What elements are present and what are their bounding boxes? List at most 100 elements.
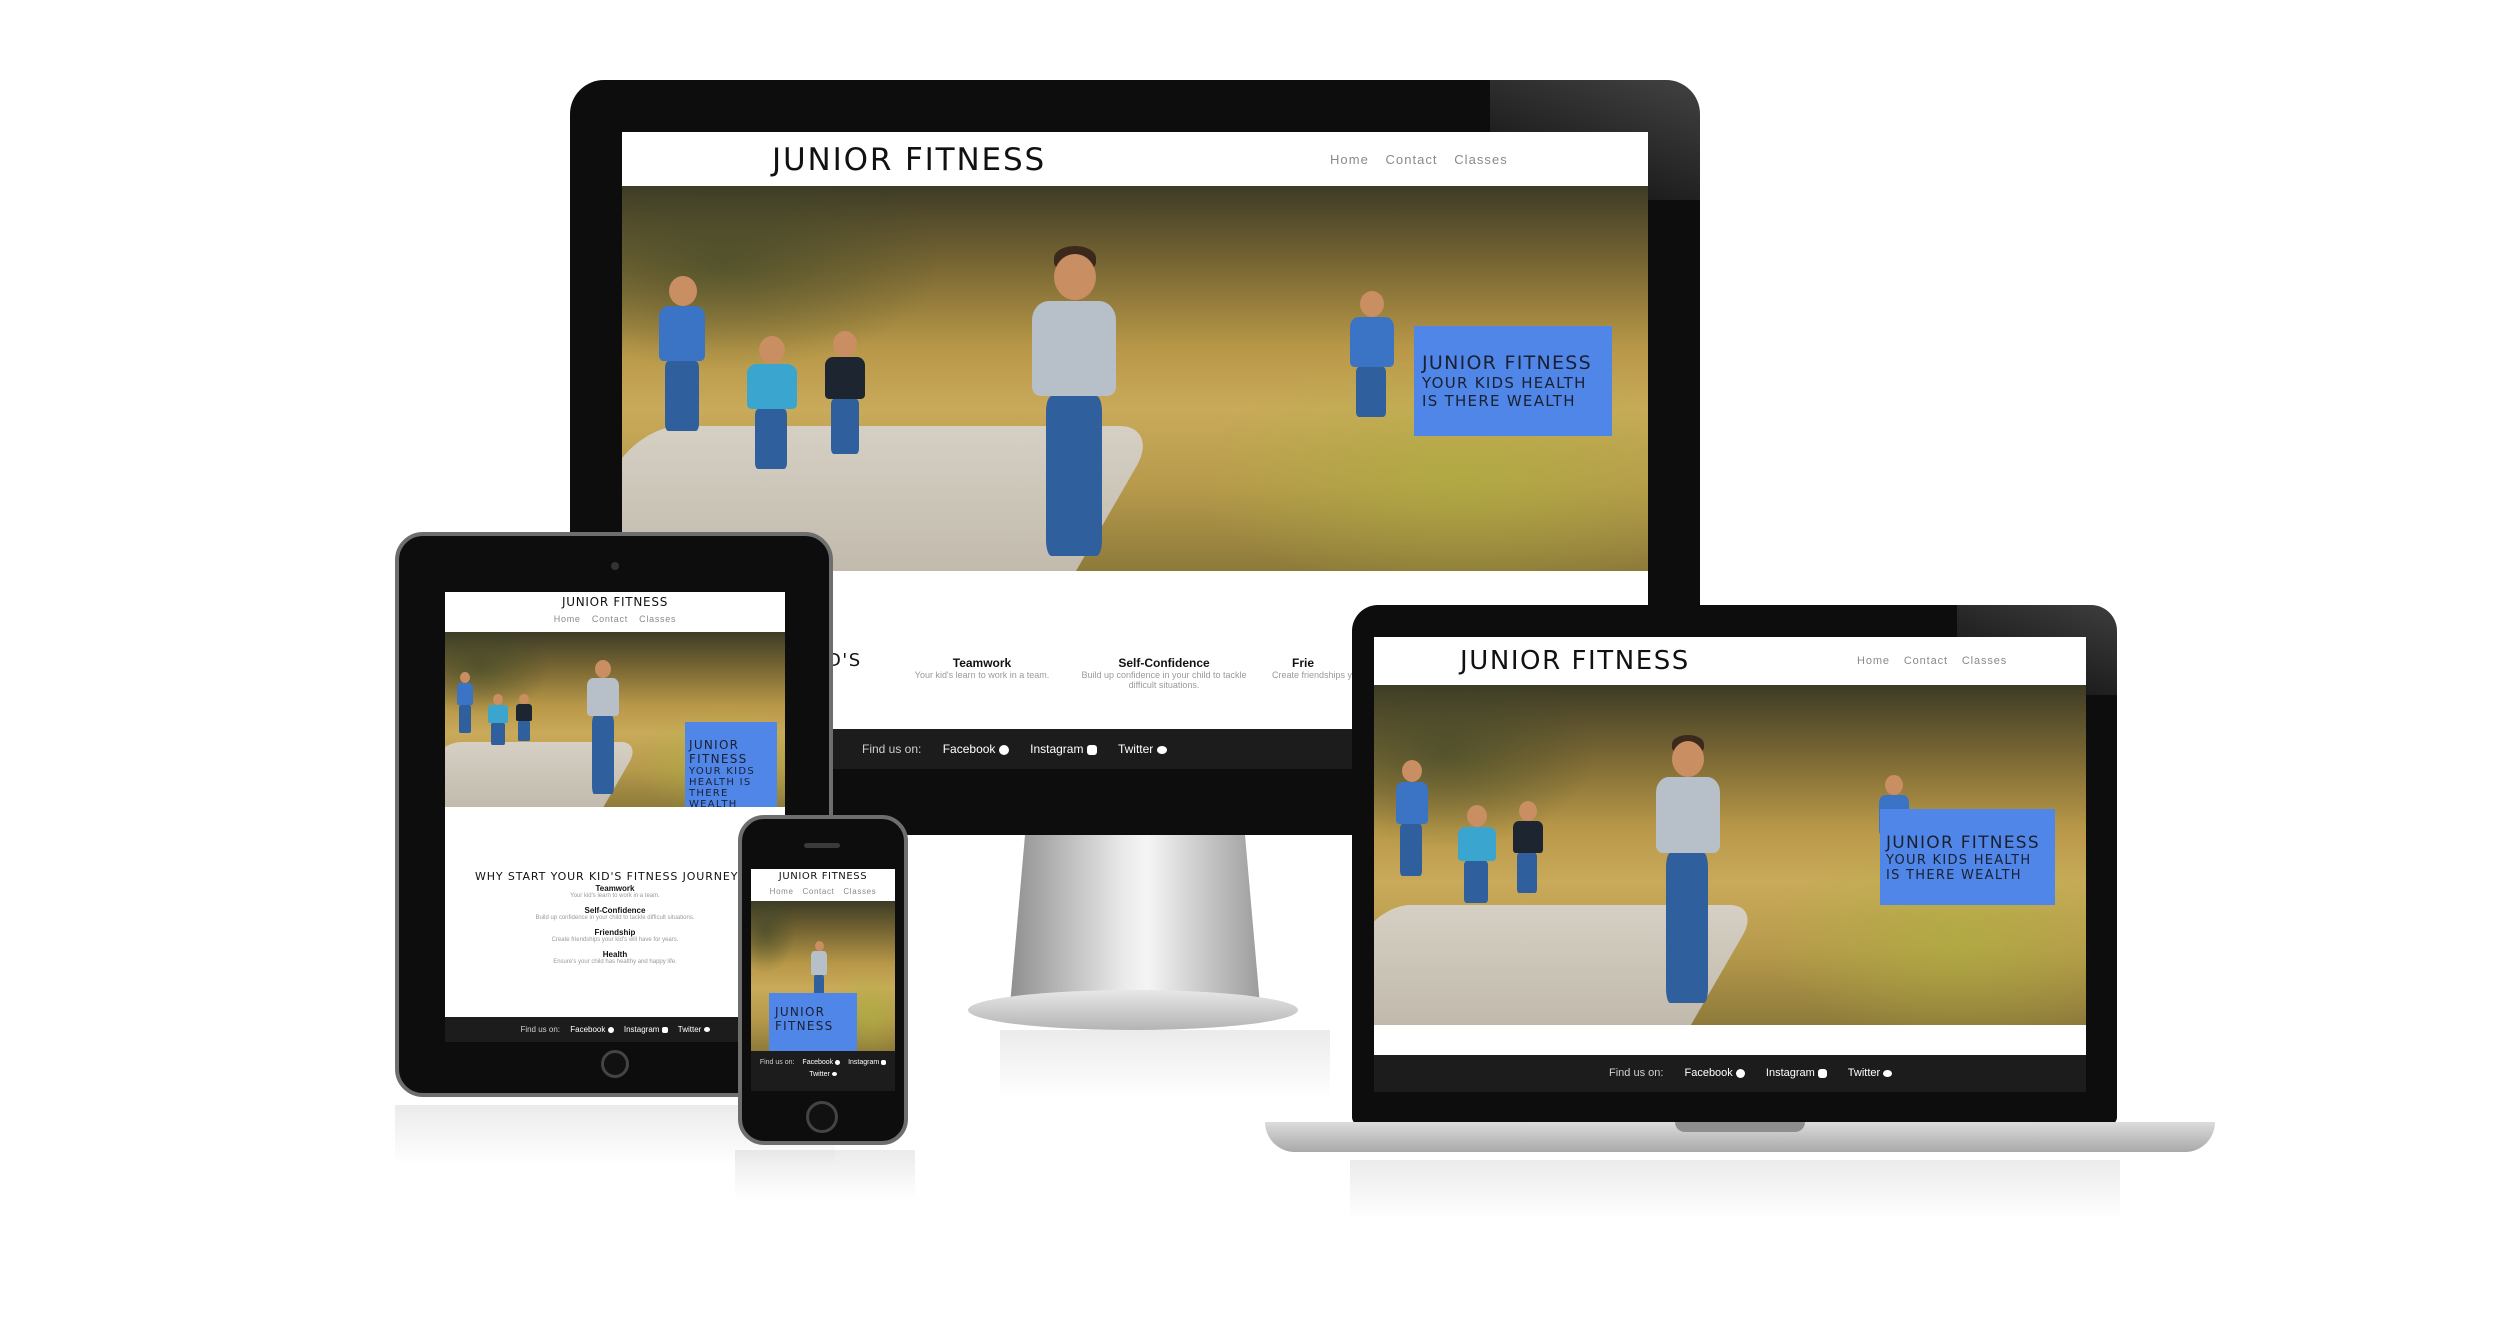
footer-instagram[interactable]: Instagram bbox=[848, 1059, 887, 1066]
nav-home[interactable]: Home bbox=[554, 614, 581, 624]
facebook-icon bbox=[1735, 1068, 1745, 1078]
site-footer: Find us on: Facebook Instagram Twitter bbox=[1374, 1055, 2086, 1092]
hero-image: JUNIOR FITNESS YOUR KIDS HEALTH IS THERE… bbox=[622, 186, 1648, 571]
footer-instagram[interactable]: Instagram bbox=[1030, 742, 1097, 756]
footer-facebook[interactable]: Facebook bbox=[943, 742, 1009, 756]
hero-title: JUNIOR FITNESS bbox=[1422, 352, 1592, 374]
nav-menu: Home Contact Classes bbox=[445, 614, 785, 624]
nav-home[interactable]: Home bbox=[770, 887, 794, 896]
hero-tagline: IS THERE WEALTH bbox=[1422, 392, 1576, 410]
hero-badge: JUNIOR FITNESS YOUR KIDS HEALTH IS THERE… bbox=[1414, 326, 1612, 436]
hero-image: JUNIOR FITNESS YOUR KIDS HEALTH IS THERE… bbox=[1374, 685, 2086, 1025]
site-header: JUNIOR FITNESS Home Contact Classes bbox=[445, 592, 785, 632]
feature-friendship: Friendship Create friendships your kid's… bbox=[551, 928, 679, 943]
hero-tagline: HEALTH IS bbox=[689, 777, 752, 788]
nav-contact[interactable]: Contact bbox=[1386, 152, 1438, 167]
tablet-camera bbox=[611, 562, 619, 570]
twitter-icon bbox=[703, 1027, 710, 1033]
runner-child bbox=[647, 276, 717, 436]
nav-contact[interactable]: Contact bbox=[592, 614, 628, 624]
site-footer: Find us on: Facebook Instagram Twitter bbox=[751, 1051, 895, 1091]
runner-child bbox=[1388, 760, 1434, 880]
footer-facebook[interactable]: Facebook bbox=[1684, 1067, 1745, 1079]
footer-label: Find us on: bbox=[759, 1059, 795, 1066]
feature-self-confidence: Self-Confidence Build up confidence in y… bbox=[535, 906, 695, 921]
nav-contact[interactable]: Contact bbox=[802, 887, 834, 896]
footer-instagram[interactable]: Instagram bbox=[1766, 1067, 1827, 1079]
nav-contact[interactable]: Contact bbox=[1904, 655, 1948, 667]
hero-badge: JUNIOR FITNESS YOUR KIDS HEALTH IS THERE… bbox=[685, 722, 777, 807]
hero-badge: JUNIOR FITNESS YOUR KIDS HEALTH IS THERE… bbox=[1880, 809, 2055, 905]
brand-logo[interactable]: JUNIOR FITNESS bbox=[445, 595, 785, 609]
footer-label: Find us on: bbox=[1609, 1067, 1664, 1079]
runner-child bbox=[817, 331, 872, 456]
twitter-icon bbox=[1883, 1069, 1893, 1077]
nav-classes[interactable]: Classes bbox=[1454, 152, 1508, 167]
footer-facebook[interactable]: Facebook bbox=[570, 1025, 614, 1034]
footer-facebook[interactable]: Facebook bbox=[802, 1059, 841, 1066]
phone-reflection bbox=[735, 1150, 915, 1200]
footer-instagram[interactable]: Instagram bbox=[624, 1025, 668, 1034]
phone-home-button[interactable] bbox=[806, 1101, 838, 1133]
hero-badge: JUNIOR FITNESS bbox=[769, 993, 857, 1051]
brand-logo[interactable]: JUNIOR FITNESS bbox=[1460, 646, 1690, 676]
nav-home[interactable]: Home bbox=[1857, 655, 1890, 667]
instagram-icon bbox=[1086, 744, 1097, 755]
runner-child-lead bbox=[1642, 735, 1732, 1015]
footer-label: Find us on: bbox=[862, 742, 922, 756]
feature-teamwork: Teamwork Your kid's learn to work in a t… bbox=[570, 884, 660, 899]
hero-tagline: YOUR KIDS HEALTH bbox=[1422, 374, 1587, 392]
twitter-icon bbox=[1156, 745, 1167, 754]
instagram-icon bbox=[881, 1059, 887, 1065]
runner-child bbox=[1452, 805, 1502, 905]
tablet-home-button[interactable] bbox=[601, 1050, 629, 1078]
brand-logo[interactable]: JUNIOR FITNESS bbox=[751, 871, 895, 882]
instagram-icon bbox=[661, 1026, 668, 1033]
instagram-icon bbox=[1817, 1068, 1827, 1078]
nav-classes[interactable]: Classes bbox=[639, 614, 676, 624]
hero-tagline: YOUR KIDS bbox=[689, 766, 755, 777]
facebook-icon bbox=[998, 744, 1009, 755]
runner-child bbox=[453, 672, 477, 737]
runner-child-lead bbox=[1012, 246, 1132, 561]
site-header: JUNIOR FITNESS Home Contact Classes bbox=[1374, 637, 2086, 685]
phone-speaker bbox=[804, 843, 840, 848]
tablet-screen: JUNIOR FITNESS Home Contact Classes JUNI… bbox=[445, 592, 785, 1042]
footer-label: Find us on: bbox=[520, 1025, 561, 1034]
hero-tagline: WEALTH bbox=[689, 799, 738, 807]
hero-title: JUNIOR FITNESS bbox=[689, 738, 748, 766]
facebook-icon bbox=[607, 1026, 614, 1033]
brand-logo[interactable]: JUNIOR FITNESS bbox=[772, 142, 1046, 178]
runner-child bbox=[513, 694, 535, 744]
hero-tagline: THERE bbox=[689, 788, 729, 799]
hero-image: JUNIOR FITNESS YOUR KIDS HEALTH IS THERE… bbox=[445, 632, 785, 807]
laptop-reflection bbox=[1350, 1160, 2120, 1220]
monitor-reflection bbox=[1000, 1030, 1330, 1100]
hero-image: JUNIOR FITNESS bbox=[751, 901, 895, 1051]
footer-twitter[interactable]: Twitter bbox=[809, 1071, 837, 1078]
runner-child bbox=[1342, 291, 1402, 421]
phone-screen: JUNIOR FITNESS Home Contact Classes JUNI… bbox=[751, 869, 895, 1091]
nav-classes[interactable]: Classes bbox=[1962, 655, 2007, 667]
footer-twitter[interactable]: Twitter bbox=[678, 1025, 710, 1034]
hero-title: JUNIOR FITNESS bbox=[1886, 833, 2040, 853]
nav-menu: Home Contact Classes bbox=[1857, 655, 2007, 667]
twitter-icon bbox=[831, 1072, 837, 1077]
feature-health: Health Ensure's your child has healthy a… bbox=[553, 950, 677, 965]
monitor-stand-neck bbox=[1010, 835, 1260, 1005]
footer-twitter[interactable]: Twitter bbox=[1118, 742, 1167, 756]
facebook-icon bbox=[835, 1059, 841, 1065]
site-header: JUNIOR FITNESS Home Contact Classes bbox=[751, 869, 895, 901]
hero-tagline: YOUR KIDS HEALTH bbox=[1886, 853, 2032, 868]
phone-frame: JUNIOR FITNESS Home Contact Classes JUNI… bbox=[738, 815, 908, 1145]
monitor-stand-base bbox=[968, 990, 1298, 1030]
nav-home[interactable]: Home bbox=[1330, 152, 1369, 167]
footer-twitter[interactable]: Twitter bbox=[1848, 1067, 1893, 1079]
nav-menu: Home Contact Classes bbox=[1330, 152, 1508, 167]
hero-tagline: IS THERE WEALTH bbox=[1886, 868, 2022, 883]
runner-child bbox=[737, 336, 807, 471]
runner-child bbox=[485, 694, 511, 749]
nav-classes[interactable]: Classes bbox=[843, 887, 876, 896]
feature-self-confidence: Self-Confidence Build up confidence in y… bbox=[1081, 656, 1247, 690]
nav-menu: Home Contact Classes bbox=[751, 887, 895, 896]
